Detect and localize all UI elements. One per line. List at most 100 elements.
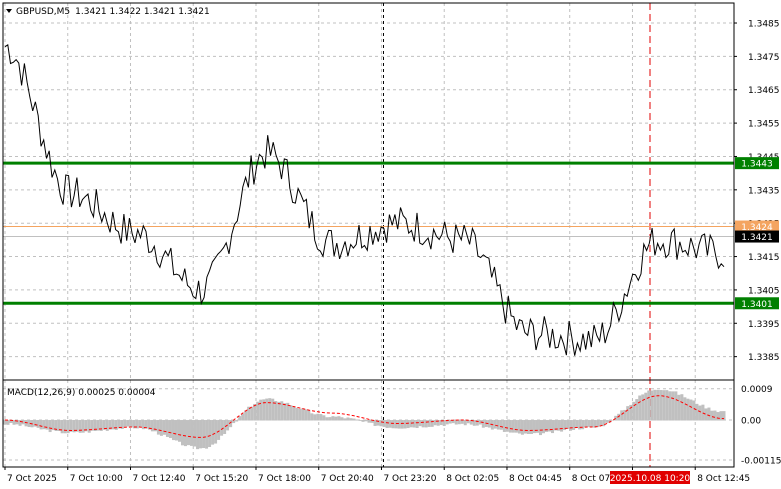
price-tick-label: 1.3395 (748, 320, 780, 330)
macd-bar (322, 415, 326, 421)
macd-bar (325, 417, 329, 421)
macd-bar (162, 420, 166, 435)
macd-bar (165, 420, 169, 437)
macd-bar (190, 420, 194, 446)
macd-bar (683, 397, 687, 421)
macd-bar (710, 410, 714, 421)
macd-bar (283, 403, 287, 421)
macd-bar (205, 420, 209, 449)
macd-bar (298, 408, 302, 421)
macd-bar (6, 420, 10, 425)
macd-bar (208, 420, 212, 447)
macd-bar (719, 411, 723, 421)
macd-bar (126, 420, 130, 427)
macd-bar (656, 389, 660, 421)
macd-bar (496, 420, 500, 430)
macd-bar (569, 420, 573, 431)
macd-bar (638, 395, 642, 421)
macd-bar (202, 420, 206, 449)
macd-bar (626, 406, 630, 421)
macd-bar (689, 399, 693, 421)
macd-bar (60, 420, 64, 434)
macd-bar (463, 420, 467, 426)
macd-bar (268, 398, 272, 421)
macd-bar (331, 416, 335, 421)
macd-bar (337, 416, 341, 421)
macd-bar (48, 420, 52, 433)
macd-bar (560, 420, 564, 432)
time-tick-label: 7 Oct 12:40 (132, 474, 185, 484)
macd-bar (223, 420, 227, 434)
macd-bar (541, 420, 545, 434)
macd-bar (584, 420, 588, 427)
macd-bar (81, 420, 85, 433)
macd-bar (659, 390, 663, 421)
macd-bar (367, 420, 371, 423)
macd-bar (199, 420, 203, 449)
macd-bar (289, 405, 293, 421)
macd-bar (502, 420, 506, 432)
macd-bar (590, 420, 594, 427)
macd-bar (355, 419, 359, 421)
macd-bar (295, 407, 299, 421)
macd-bar (316, 413, 320, 421)
macd-bar (599, 420, 603, 426)
time-tick-label: 7 Oct 20:40 (321, 474, 374, 484)
macd-bar (680, 394, 684, 421)
time-tick-label: 7 Oct 23:20 (383, 474, 436, 484)
macd-bar (18, 420, 22, 426)
macd-bar (605, 420, 609, 423)
macd-bar (138, 420, 142, 427)
macd-bar (514, 420, 518, 433)
macd-bar (575, 420, 579, 428)
macd-bar (388, 420, 392, 428)
macd-bar (343, 418, 347, 421)
time-tick-label: 7 Oct 18:00 (258, 474, 311, 484)
macd-bar (614, 415, 618, 421)
macd-bar (123, 420, 127, 427)
macd-bar (217, 420, 221, 440)
macd-bar (620, 410, 624, 421)
macd-bar (250, 406, 254, 421)
macd-bar (409, 420, 413, 428)
macd-bar (265, 398, 269, 421)
macd-bar (695, 403, 699, 421)
level-tag-label: 1.3421 (741, 233, 773, 243)
macd-bar (78, 420, 82, 433)
macd-bar (244, 410, 248, 421)
macd-bar (677, 394, 681, 421)
macd-bar (214, 420, 218, 444)
macd-bar (346, 417, 350, 421)
macd-bar (671, 391, 675, 421)
macd-bar (641, 394, 645, 421)
macd-bar (520, 420, 524, 435)
macd-bar (674, 391, 678, 421)
macd-bar (596, 420, 600, 428)
macd-bar (581, 420, 585, 430)
macd-bar (277, 401, 281, 421)
macd-bar (653, 389, 657, 421)
price-tick-label: 1.3485 (748, 20, 780, 30)
macd-tick-label: 0.00 (741, 417, 761, 427)
macd-bar (535, 420, 539, 433)
macd-bar (385, 420, 389, 428)
macd-bar (39, 420, 43, 430)
macd-bar (707, 407, 711, 421)
macd-bar (319, 414, 323, 421)
macd-bar (235, 420, 239, 422)
macd-bar (66, 420, 70, 434)
macd-bar (177, 420, 181, 442)
macd-bar (220, 420, 224, 436)
price-tick-label: 1.3455 (748, 120, 780, 130)
macd-bar (241, 413, 245, 421)
macd-bar (168, 420, 172, 439)
macd-bar (454, 420, 458, 425)
macd-tick-label: -0.00115 (741, 457, 781, 467)
symbol-label[interactable]: GBPUSD,M5 1.3421 1.3422 1.3421 1.3421 (16, 7, 210, 17)
macd-bar (196, 420, 200, 450)
macd-bar (313, 414, 317, 421)
macd-bar (460, 420, 464, 424)
macd-bar (529, 420, 533, 434)
macd-bar (427, 420, 431, 427)
macd-bar (424, 420, 428, 428)
